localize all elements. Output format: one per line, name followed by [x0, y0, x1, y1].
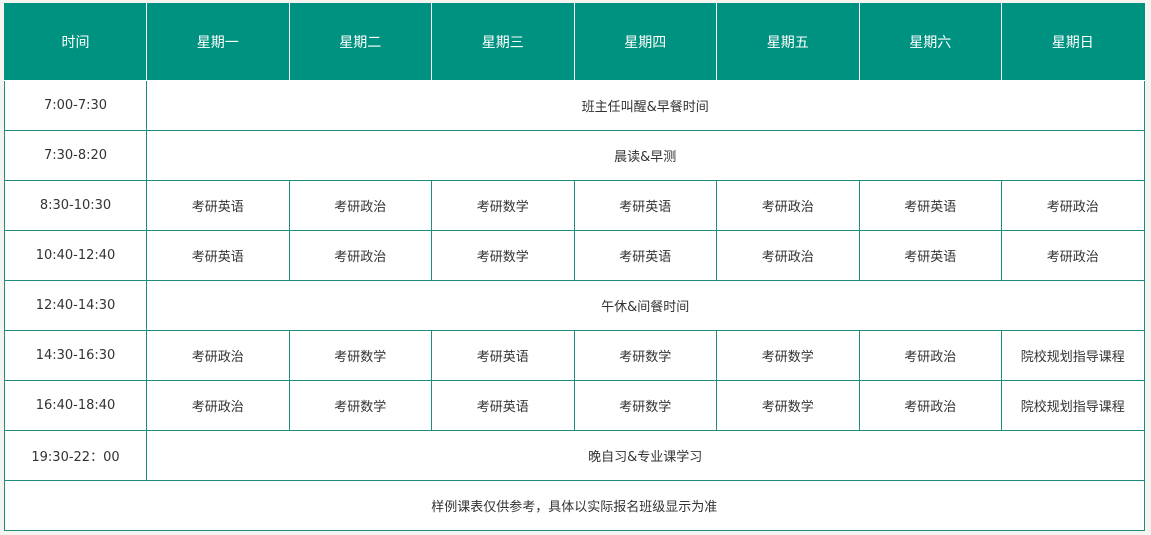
course-cell: 院校规划指导课程: [1001, 330, 1145, 381]
schedule-row: 16:40-18:40 考研政治 考研数学 考研英语 考研数学 考研数学 考研政…: [4, 380, 1145, 431]
header-day-wed: 星期三: [431, 3, 575, 81]
course-cell: 考研数学: [431, 230, 575, 281]
header-day-fri: 星期五: [716, 3, 860, 81]
header-day-mon: 星期一: [146, 3, 290, 81]
course-cell: 考研英语: [431, 380, 575, 431]
course-cell: 考研政治: [1001, 180, 1145, 231]
course-cell: 考研英语: [573, 180, 717, 231]
course-cell: 考研政治: [288, 230, 432, 281]
course-cell: 考研数学: [288, 380, 432, 431]
header-day-sat: 星期六: [858, 3, 1002, 81]
time-cell: 7:00-7:30: [4, 80, 147, 131]
span-cell: 班主任叫醒&早餐时间: [146, 80, 1145, 131]
course-cell: 考研政治: [146, 330, 290, 381]
course-cell: 考研政治: [716, 230, 860, 281]
course-cell: 考研英语: [146, 180, 290, 231]
footer-row: 样例课表仅供参考，具体以实际报名班级显示为准: [4, 480, 1145, 531]
schedule-row: 8:30-10:30 考研英语 考研政治 考研数学 考研英语 考研政治 考研英语…: [4, 180, 1145, 231]
time-cell: 16:40-18:40: [4, 380, 147, 431]
course-cell: 考研数学: [573, 380, 717, 431]
course-cell: 考研数学: [716, 330, 860, 381]
schedule-row: 10:40-12:40 考研英语 考研政治 考研数学 考研英语 考研政治 考研英…: [4, 230, 1145, 281]
course-cell: 考研政治: [858, 380, 1002, 431]
time-cell: 14:30-16:30: [4, 330, 147, 381]
course-cell: 考研英语: [858, 180, 1002, 231]
span-cell: 午休&间餐时间: [146, 280, 1145, 331]
span-cell: 晨读&早测: [146, 130, 1145, 181]
schedule-row: 12:40-14:30 午休&间餐时间: [4, 280, 1145, 331]
course-cell: 考研政治: [716, 180, 860, 231]
course-cell: 考研数学: [573, 330, 717, 381]
course-cell: 考研英语: [146, 230, 290, 281]
schedule-row: 19:30-22：00 晚自习&专业课学习: [4, 430, 1145, 481]
time-cell: 10:40-12:40: [4, 230, 147, 281]
schedule-container: 时间 星期一 星期二 星期三 星期四 星期五 星期六 星期日 7:00-7:30…: [4, 3, 1145, 531]
course-cell: 考研数学: [288, 330, 432, 381]
course-cell: 考研政治: [288, 180, 432, 231]
span-cell: 晚自习&专业课学习: [146, 430, 1145, 481]
schedule-row: 7:00-7:30 班主任叫醒&早餐时间: [4, 80, 1145, 131]
header-day-sun: 星期日: [1001, 3, 1145, 81]
course-cell: 考研英语: [573, 230, 717, 281]
header-time: 时间: [4, 3, 147, 81]
footer-note: 样例课表仅供参考，具体以实际报名班级显示为准: [4, 480, 1145, 531]
time-cell: 7:30-8:20: [4, 130, 147, 181]
course-cell: 考研政治: [858, 330, 1002, 381]
course-cell: 考研数学: [431, 180, 575, 231]
course-cell: 考研英语: [431, 330, 575, 381]
schedule-row: 7:30-8:20 晨读&早测: [4, 130, 1145, 181]
course-cell: 考研英语: [858, 230, 1002, 281]
header-row: 时间 星期一 星期二 星期三 星期四 星期五 星期六 星期日: [4, 3, 1145, 81]
time-cell: 19:30-22：00: [4, 430, 147, 481]
schedule-table: 时间 星期一 星期二 星期三 星期四 星期五 星期六 星期日 7:00-7:30…: [4, 3, 1145, 531]
schedule-row: 14:30-16:30 考研政治 考研数学 考研英语 考研数学 考研数学 考研政…: [4, 330, 1145, 381]
header-day-thu: 星期四: [573, 3, 717, 81]
course-cell: 院校规划指导课程: [1001, 380, 1145, 431]
course-cell: 考研政治: [1001, 230, 1145, 281]
course-cell: 考研政治: [146, 380, 290, 431]
time-cell: 12:40-14:30: [4, 280, 147, 331]
course-cell: 考研数学: [716, 380, 860, 431]
time-cell: 8:30-10:30: [4, 180, 147, 231]
header-day-tue: 星期二: [288, 3, 432, 81]
